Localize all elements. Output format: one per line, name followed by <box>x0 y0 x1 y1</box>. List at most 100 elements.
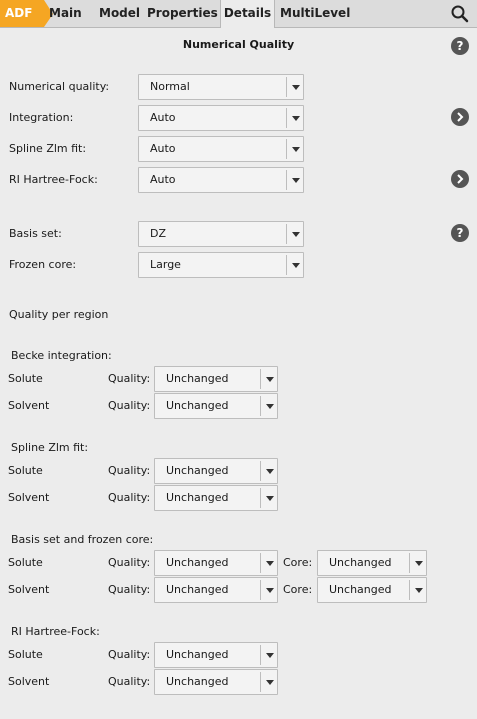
rihf-solvent-quality-select[interactable]: Unchanged <box>154 669 278 695</box>
quality-label: Quality: <box>108 464 151 477</box>
basis-solute-core-value: Unchanged <box>329 556 392 569</box>
quality-label: Quality: <box>108 583 151 596</box>
frozen-core-select[interactable]: Large <box>138 252 304 278</box>
spline-region-heading: Spline Zlm fit: <box>11 441 89 454</box>
basis-solute-quality-value: Unchanged <box>166 556 229 569</box>
chevron-right-icon[interactable] <box>451 108 469 126</box>
page-title: Numerical Quality <box>182 38 295 51</box>
rihf-solute-quality-select[interactable]: Unchanged <box>154 642 278 668</box>
becke-solvent-quality-select[interactable]: Unchanged <box>154 393 278 419</box>
spline-value: Auto <box>150 142 176 155</box>
divider <box>286 139 287 159</box>
divider <box>409 553 410 573</box>
quality-label: Quality: <box>108 372 151 385</box>
chevron-down-icon <box>266 680 274 685</box>
divider <box>286 170 287 190</box>
divider <box>286 255 287 275</box>
chevron-down-icon <box>266 653 274 658</box>
core-label: Core: <box>283 556 313 569</box>
basis-set-label: Basis set: <box>9 227 62 240</box>
basis-set-select[interactable]: DZ <box>138 221 304 247</box>
integration-value: Auto <box>150 111 176 124</box>
basis-region-heading: Basis set and frozen core: <box>11 533 154 546</box>
tab-multilevel[interactable]: MultiLevel <box>280 0 350 27</box>
rihf-solute-quality-value: Unchanged <box>166 648 229 661</box>
numerical-quality-value: Normal <box>150 80 190 93</box>
integration-select[interactable]: Auto <box>138 105 304 131</box>
chevron-down-icon <box>292 85 300 90</box>
rihf-select[interactable]: Auto <box>138 167 304 193</box>
rihf-solute-label: Solute <box>8 648 43 661</box>
search-icon[interactable] <box>450 4 470 24</box>
basis-solvent-quality-value: Unchanged <box>166 583 229 596</box>
quality-label: Quality: <box>108 491 151 504</box>
spline-label: Spline Zlm fit: <box>9 142 87 155</box>
chevron-down-icon <box>292 232 300 237</box>
basis-solvent-label: Solvent <box>8 583 50 596</box>
spline-select[interactable]: Auto <box>138 136 304 162</box>
integration-label: Integration: <box>9 111 74 124</box>
spline-solute-quality-value: Unchanged <box>166 464 229 477</box>
becke-solvent-label: Solvent <box>8 399 50 412</box>
help-icon[interactable]: ? <box>451 37 469 55</box>
divider <box>260 488 261 508</box>
chevron-down-icon <box>266 588 274 593</box>
chevron-down-icon <box>266 496 274 501</box>
basis-solute-label: Solute <box>8 556 43 569</box>
quality-label: Quality: <box>108 648 151 661</box>
chevron-down-icon <box>415 588 423 593</box>
spline-solute-quality-select[interactable]: Unchanged <box>154 458 278 484</box>
tab-bar: ADF Main Model Properties Details MultiL… <box>0 0 477 28</box>
chevron-down-icon <box>292 178 300 183</box>
tab-model[interactable]: Model <box>99 0 140 27</box>
numerical-quality-label: Numerical quality: <box>9 80 110 93</box>
frozen-core-label: Frozen core: <box>9 258 77 271</box>
help-icon[interactable]: ? <box>451 224 469 242</box>
becke-heading: Becke integration: <box>11 349 112 362</box>
rihf-label: RI Hartree-Fock: <box>9 173 98 186</box>
spline-solvent-quality-value: Unchanged <box>166 491 229 504</box>
divider <box>286 77 287 97</box>
becke-solute-quality-select[interactable]: Unchanged <box>154 366 278 392</box>
rihf-region-heading: RI Hartree-Fock: <box>11 625 100 638</box>
tab-adf[interactable]: ADF <box>0 0 53 27</box>
becke-solvent-quality-value: Unchanged <box>166 399 229 412</box>
core-label: Core: <box>283 583 313 596</box>
chevron-down-icon <box>266 404 274 409</box>
tab-details[interactable]: Details <box>220 0 275 28</box>
chevron-down-icon <box>266 469 274 474</box>
section-heading: Quality per region <box>9 308 109 321</box>
chevron-down-icon <box>292 147 300 152</box>
chevron-down-icon <box>266 377 274 382</box>
tab-properties[interactable]: Properties <box>147 0 218 27</box>
becke-solute-label: Solute <box>8 372 43 385</box>
divider <box>286 108 287 128</box>
quality-label: Quality: <box>108 675 151 688</box>
chevron-down-icon <box>292 263 300 268</box>
tab-main[interactable]: Main <box>49 0 82 27</box>
divider <box>409 580 410 600</box>
quality-label: Quality: <box>108 556 151 569</box>
becke-solute-quality-value: Unchanged <box>166 372 229 385</box>
basis-solute-core-select[interactable]: Unchanged <box>317 550 427 576</box>
basis-solvent-core-value: Unchanged <box>329 583 392 596</box>
chevron-down-icon <box>292 116 300 121</box>
spline-solvent-quality-select[interactable]: Unchanged <box>154 485 278 511</box>
basis-solvent-quality-select[interactable]: Unchanged <box>154 577 278 603</box>
divider <box>260 461 261 481</box>
divider <box>260 645 261 665</box>
basis-solute-quality-select[interactable]: Unchanged <box>154 550 278 576</box>
divider <box>260 672 261 692</box>
divider <box>260 580 261 600</box>
rihf-value: Auto <box>150 173 176 186</box>
chevron-down-icon <box>415 561 423 566</box>
chevron-right-icon[interactable] <box>451 170 469 188</box>
spline-solute-label: Solute <box>8 464 43 477</box>
rihf-solvent-quality-value: Unchanged <box>166 675 229 688</box>
numerical-quality-select[interactable]: Normal <box>138 74 304 100</box>
divider <box>286 224 287 244</box>
basis-set-value: DZ <box>150 227 167 240</box>
basis-solvent-core-select[interactable]: Unchanged <box>317 577 427 603</box>
quality-label: Quality: <box>108 399 151 412</box>
chevron-down-icon <box>266 561 274 566</box>
